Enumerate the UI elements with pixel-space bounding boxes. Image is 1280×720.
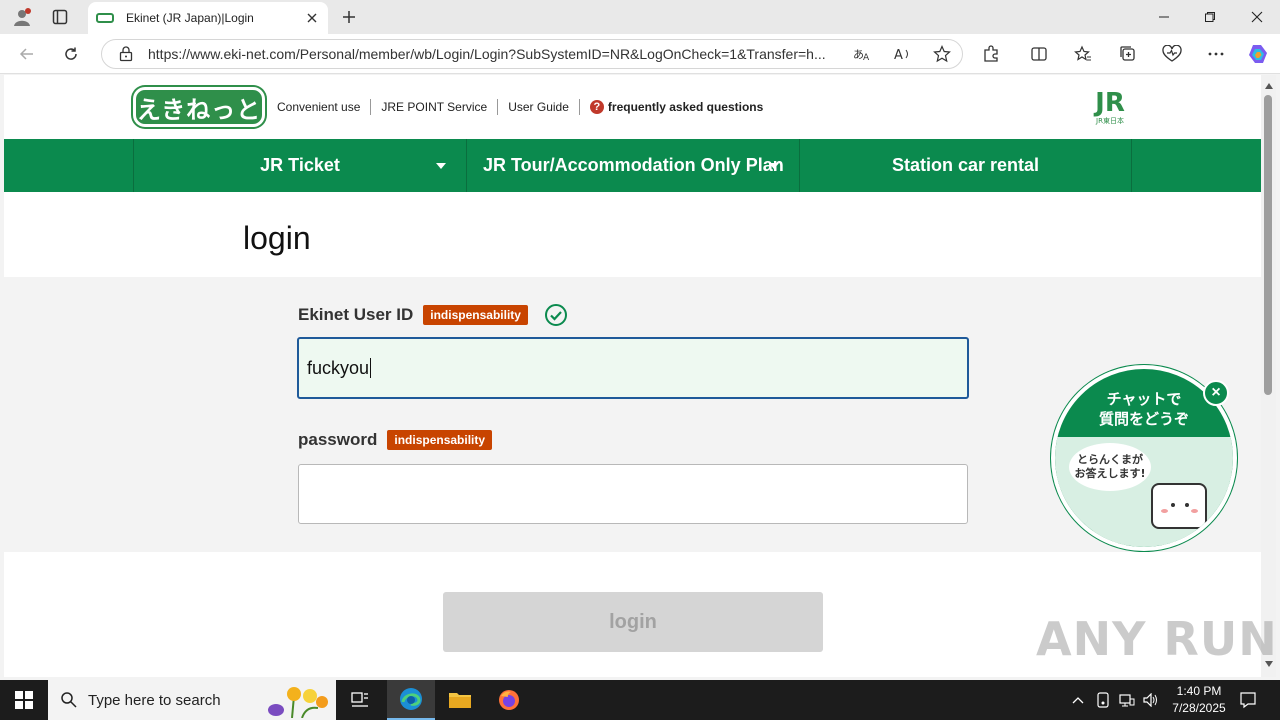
ekinet-logo[interactable]: えきねっと (133, 87, 265, 127)
nav-station-car-rental-label: Station car rental (891, 155, 1040, 175)
link-user-guide[interactable]: User Guide (497, 99, 579, 115)
clock-date: 7/28/2025 (1172, 701, 1226, 715)
link-faq[interactable]: ? frequently asked questions (578, 99, 773, 115)
tab-title: Ekinet (JR Japan)|Login (126, 11, 254, 25)
link-jre-point-service[interactable]: JRE POINT Service (370, 99, 497, 115)
active-tab[interactable]: Ekinet (JR Japan)|Login (88, 2, 328, 34)
favorites-icon[interactable] (1068, 40, 1098, 68)
nav-station-car-rental[interactable]: Station car rental (799, 139, 1132, 192)
scrollbar-thumb[interactable] (1264, 95, 1272, 395)
edge-taskbar-icon[interactable] (387, 680, 435, 720)
ekinet-logo-text: えきねっと (136, 95, 262, 124)
search-flowers-icon (268, 687, 328, 718)
new-tab-icon[interactable] (336, 5, 362, 29)
copilot-icon[interactable] (1243, 40, 1273, 68)
password-label: password (298, 430, 378, 449)
check-circle-icon (544, 304, 567, 326)
tab-close-icon[interactable] (304, 10, 320, 26)
user-id-label-row: Ekinet User ID indispensability (298, 303, 568, 327)
suitcase-mascot-icon (1151, 483, 1207, 529)
clock-time: 1:40 PM (1176, 684, 1222, 698)
read-aloud-icon[interactable]: A (888, 41, 916, 67)
tray-overflow-icon[interactable] (1068, 680, 1088, 720)
url-text: https://www.eki-net.com/Personal/member/… (148, 46, 826, 62)
volume-icon[interactable] (1140, 680, 1162, 720)
faq-label: frequently asked questions (607, 100, 764, 114)
tab-actions-icon[interactable] (46, 5, 74, 29)
main-nav: JR Ticket JR Tour/Accommodation Only Pla… (4, 139, 1261, 192)
restore-icon[interactable] (1187, 0, 1233, 34)
mascot-eye (1171, 503, 1175, 507)
svg-text:A: A (863, 53, 870, 62)
mascot-cheek (1161, 509, 1168, 513)
required-badge: indispensability (423, 305, 528, 325)
question-mark-icon: ? (589, 100, 604, 114)
close-window-icon[interactable] (1234, 0, 1280, 34)
jr-logo-subtext: JR東日本 (1096, 117, 1124, 125)
anyrun-watermark: ANY RUN (1036, 612, 1278, 666)
page-title-band: login (4, 192, 1261, 277)
page-viewport: えきねっと Convenient use JRE POINT Service U… (4, 75, 1261, 677)
windows-start-icon[interactable] (0, 680, 48, 720)
mascot-eye (1185, 503, 1189, 507)
nav-jr-ticket-label: JR Ticket (260, 155, 340, 175)
nav-jr-ticket[interactable]: JR Ticket (133, 139, 466, 192)
more-options-icon[interactable] (1201, 40, 1231, 68)
nav-jr-tour-label: JR Tour/Accommodation Only Plan (483, 155, 783, 175)
chat-close-icon[interactable]: × (1203, 380, 1229, 406)
collections-icon[interactable] (1113, 40, 1143, 68)
site-favicon-icon (96, 13, 114, 23)
taskbar-clock[interactable]: 1:40 PM 7/28/2025 (1163, 683, 1235, 717)
lock-icon[interactable] (116, 44, 136, 64)
jr-east-logo[interactable]: JR JR東日本 (1085, 89, 1135, 127)
taskbar-search[interactable]: Type here to search (48, 680, 336, 720)
firefox-icon[interactable] (485, 680, 533, 720)
password-label-row: password indispensability (298, 430, 493, 450)
extensions-icon[interactable] (976, 40, 1006, 68)
jr-logo-text: JR (1095, 88, 1125, 118)
site-header: えきねっと Convenient use JRE POINT Service U… (4, 75, 1261, 139)
minimize-icon[interactable] (1141, 0, 1187, 34)
scroll-up-icon[interactable] (1264, 81, 1274, 91)
chevron-down-icon (769, 163, 779, 169)
page-scrollbar[interactable] (1261, 75, 1276, 677)
chat-bubble-line1: とらんくまが (1077, 453, 1143, 466)
task-view-icon[interactable] (336, 680, 384, 720)
browser-toolbar: https://www.eki-net.com/Personal/member/… (0, 34, 1280, 74)
mascot-cheek (1191, 509, 1198, 513)
header-links: Convenient use JRE POINT Service User Gu… (277, 99, 773, 115)
windows-taskbar: Type here to search 1:40 PM 7/28/2025 (0, 680, 1280, 720)
text-cursor (370, 358, 372, 378)
browser-tab-bar: Ekinet (JR Japan)|Login (0, 0, 1280, 34)
device-icon[interactable] (1092, 680, 1114, 720)
password-input[interactable] (298, 464, 968, 524)
refresh-icon[interactable] (56, 40, 86, 68)
chat-speech-bubble: とらんくまが お答えします! (1069, 443, 1151, 491)
chat-bubble-line2: お答えします! (1074, 467, 1146, 480)
nav-jr-tour[interactable]: JR Tour/Accommodation Only Plan (466, 139, 799, 192)
link-convenient-use[interactable]: Convenient use (277, 99, 370, 115)
page-title: login (243, 220, 311, 256)
search-placeholder: Type here to search (88, 691, 221, 709)
translate-icon[interactable]: あA (848, 41, 876, 67)
chat-title-line2: 質問をどうぞ (1098, 410, 1189, 428)
profile-icon[interactable] (8, 5, 36, 29)
back-icon[interactable] (12, 40, 42, 68)
address-bar[interactable]: https://www.eki-net.com/Personal/member/… (101, 39, 963, 69)
user-id-label: Ekinet User ID (298, 305, 414, 324)
chevron-down-icon (436, 163, 446, 169)
split-screen-icon[interactable] (1024, 40, 1054, 68)
login-button[interactable]: login (443, 592, 823, 652)
search-icon (61, 692, 77, 708)
browser-essentials-icon[interactable] (1157, 40, 1187, 68)
file-explorer-icon[interactable] (436, 680, 484, 720)
network-icon[interactable] (1116, 680, 1138, 720)
user-id-value: fuckyou (307, 357, 370, 378)
required-badge: indispensability (387, 430, 493, 450)
notification-icon[interactable] (1232, 680, 1264, 720)
svg-text:A: A (894, 48, 903, 62)
user-id-input[interactable]: fuckyou (297, 337, 969, 399)
favorite-star-icon[interactable] (928, 41, 956, 67)
